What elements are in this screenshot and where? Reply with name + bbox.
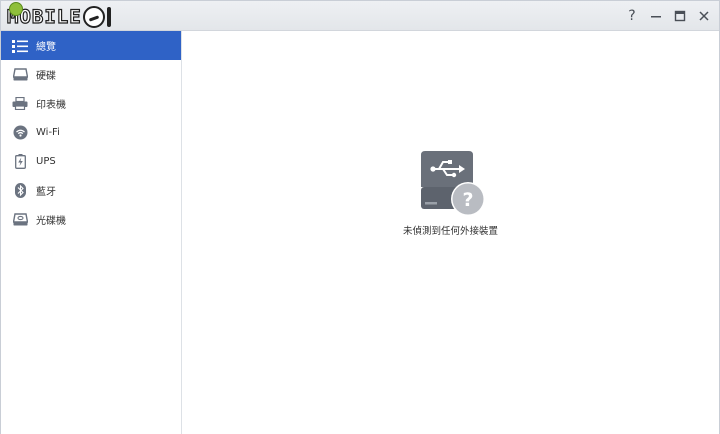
sidebar-item-wifi[interactable]: Wi-Fi [1,118,181,147]
sidebar-item-label: 印表機 [36,100,66,111]
logo-tail [106,7,111,27]
optical-drive-icon [12,212,28,228]
usb-drive-unknown-icon: ? [420,151,485,216]
bluetooth-icon [12,183,28,199]
sidebar-item-printer[interactable]: 印表機 [1,89,181,118]
printer-icon [12,96,28,112]
close-icon [699,11,709,21]
svg-text:?: ? [462,189,473,211]
app-logo: MOBILE [6,2,111,29]
sidebar-item-label: Wi-Fi [36,127,60,138]
sidebar-item-ups[interactable]: UPS [1,147,181,176]
minimize-icon [651,16,661,18]
title-bar[interactable]: MOBILE ? [1,1,719,31]
app-window: MOBILE ? 總覽 硬碟 印表機 Wi-Fi UPS 藍牙 光碟機 ? 未偵… [0,0,720,434]
window-controls: ? [623,1,713,31]
sidebar-item-hard-drive[interactable]: 硬碟 [1,60,181,89]
close-button[interactable] [695,7,713,25]
empty-state-message: 未偵測到任何外接裝置 [402,226,498,237]
sidebar-item-bluetooth[interactable]: 藍牙 [1,176,181,205]
logo-badge [9,2,23,16]
empty-state: ? 未偵測到任何外接裝置 [182,147,719,237]
help-button[interactable]: ? [623,7,641,25]
list-icon [12,38,28,54]
maximize-icon [674,10,686,22]
sidebar-item-label: 藍牙 [36,187,56,198]
sidebar-item-label: UPS [36,156,56,167]
battery-icon [12,154,28,170]
sidebar-item-label: 光碟機 [36,216,66,227]
sidebar-item-optical-drive[interactable]: 光碟機 [1,205,181,234]
sidebar-item-label: 硬碟 [36,71,56,82]
maximize-button[interactable] [671,7,689,25]
hard-drive-icon [12,67,28,83]
sidebar-item-label: 總覽 [36,42,56,53]
main-content: ? 未偵測到任何外接裝置 [182,31,719,434]
sidebar-item-overview[interactable]: 總覽 [1,31,181,60]
logo-face-icon [82,6,105,28]
wifi-icon [12,125,28,141]
sidebar: 總覽 硬碟 印表機 Wi-Fi UPS 藍牙 光碟機 [1,31,182,434]
minimize-button[interactable] [647,7,665,25]
